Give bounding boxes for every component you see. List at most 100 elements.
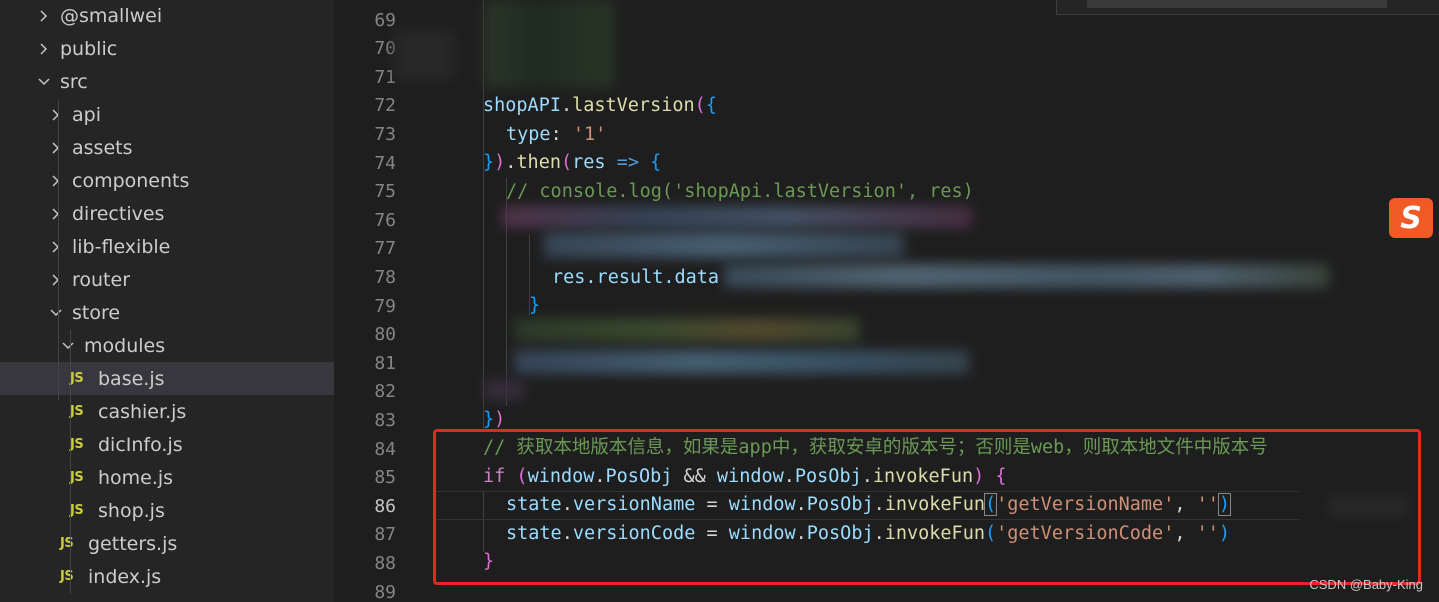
folder-item-router[interactable]: router [0, 263, 334, 296]
sogou-ime-icon[interactable]: S [1389, 198, 1433, 238]
folder-item--smallwei[interactable]: @smallwei [0, 0, 334, 32]
line-number: 86 [374, 495, 396, 517]
chevron-down-icon [50, 308, 62, 316]
javascript-file-icon: JS [70, 503, 84, 518]
folder-item-lib-flexible[interactable]: lib-flexible [0, 230, 334, 263]
tree-item-label: router [72, 268, 131, 291]
line-number: 73 [374, 123, 396, 145]
folder-item-directives[interactable]: directives [0, 197, 334, 230]
chevron-right-icon [52, 174, 60, 187]
folder-item-components[interactable]: components [0, 164, 334, 197]
token-string: '1' [572, 124, 607, 145]
file-item-dicinfo-js[interactable]: JS dicInfo.js [0, 428, 334, 461]
token-function: lastVersion [572, 95, 695, 116]
redacted-region [502, 206, 972, 228]
file-item-base-js[interactable]: JS base.js [0, 362, 334, 395]
javascript-file-icon: JS [60, 569, 74, 584]
code-line-74: }).then(res => { [483, 152, 662, 173]
line-number: 87 [374, 524, 396, 546]
tree-item-label: cashier.js [98, 400, 187, 423]
ime-glyph: S [1400, 200, 1422, 236]
line-number: 80 [374, 324, 396, 346]
redacted-region [514, 318, 859, 342]
tree-item-label: @smallwei [60, 4, 163, 27]
tree-item-label: home.js [98, 466, 174, 489]
file-item-index-js[interactable]: JS index.js [0, 560, 334, 593]
javascript-file-icon: JS [70, 437, 84, 452]
folder-item-modules[interactable]: modules [0, 329, 334, 362]
line-number: 82 [374, 381, 396, 403]
tree-item-label: dicInfo.js [98, 433, 183, 456]
tree-item-label: lib-flexible [72, 235, 171, 258]
chevron-right-icon [52, 240, 60, 253]
folder-item-src[interactable]: src [0, 65, 334, 98]
tree-indent-guide [58, 100, 59, 400]
tree-item-label: shop.js [98, 499, 165, 522]
line-number: 76 [374, 209, 396, 231]
tree-item-label: modules [84, 334, 166, 357]
javascript-file-icon: JS [60, 536, 74, 551]
tree-item-label: store [72, 301, 121, 324]
line-number: 81 [374, 352, 396, 374]
line-number: 75 [374, 181, 396, 203]
file-item-shop-js[interactable]: JS shop.js [0, 494, 334, 527]
tree-item-label: src [60, 70, 88, 93]
chevron-right-icon [52, 207, 60, 220]
folder-item-assets[interactable]: assets [0, 131, 334, 164]
file-explorer: @smallwei public src api assets components dir… [0, 0, 334, 602]
line-number: 89 [374, 581, 396, 602]
line-number: 83 [374, 409, 396, 431]
code-line-73: type: '1' [506, 124, 607, 145]
file-item-home-js[interactable]: JS home.js [0, 461, 334, 494]
file-item-cashier-js[interactable]: JS cashier.js [0, 395, 334, 428]
tree-item-label: index.js [88, 565, 162, 588]
line-number: 88 [374, 552, 396, 574]
tree-item-label: assets [72, 136, 133, 159]
tree-item-label: api [72, 103, 101, 126]
chevron-right-icon [52, 108, 60, 121]
token-identifier: res.result.data [552, 267, 720, 288]
token-param: res [572, 152, 606, 173]
redacted-region [484, 0, 614, 88]
javascript-file-icon: JS [70, 371, 84, 386]
javascript-file-icon: JS [70, 470, 84, 485]
tree-item-label: public [60, 37, 118, 60]
line-number: 77 [374, 238, 396, 260]
find-widget-edge [1056, 0, 1439, 15]
code-line-78: res.result.data [552, 264, 719, 293]
chevron-right-icon [40, 42, 48, 55]
javascript-file-icon: JS [70, 404, 84, 419]
line-number: 72 [374, 95, 396, 117]
tree-item-label: base.js [98, 367, 165, 390]
line-number: 85 [374, 467, 396, 489]
token-function: then [516, 152, 561, 173]
chevron-right-icon [52, 273, 60, 286]
annotation-highlight-box [433, 429, 1421, 585]
file-item-getters-js[interactable]: JS getters.js [0, 527, 334, 560]
chevron-down-icon [38, 77, 50, 85]
tree-item-label: components [72, 169, 190, 192]
chevron-right-icon [40, 9, 48, 22]
csdn-watermark: CSDN @Baby-King [1309, 577, 1423, 592]
code-line-79: } [529, 295, 541, 316]
tree-indent-guide [70, 330, 71, 594]
chevron-right-icon [52, 141, 60, 154]
token-identifier: shopAPI [483, 95, 561, 116]
folder-item-public[interactable]: public [0, 32, 334, 65]
redacted-region [514, 350, 969, 374]
chevron-down-icon [62, 341, 74, 349]
redacted-region [724, 264, 1329, 288]
line-number: 71 [374, 66, 396, 88]
line-number: 78 [374, 266, 396, 288]
folder-item-store[interactable]: store [0, 296, 334, 329]
line-number: 70 [374, 38, 396, 60]
line-number: 69 [374, 9, 396, 31]
code-line-72: shopAPI.lastVersion({ [483, 95, 717, 116]
code-line-75: // console.log('shopApi.lastVersion', re… [506, 181, 974, 202]
line-number: 84 [374, 438, 396, 460]
redacted-region [394, 30, 454, 80]
redacted-region [544, 232, 904, 258]
redacted-region [484, 380, 524, 400]
line-number: 79 [374, 295, 396, 317]
folder-item-api[interactable]: api [0, 98, 334, 131]
